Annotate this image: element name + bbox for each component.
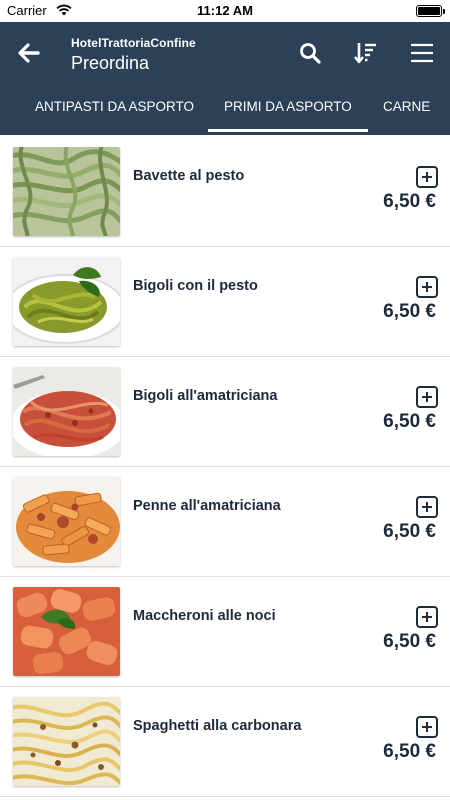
- dish-photo: [13, 587, 120, 676]
- item-name: Spaghetti alla carbonara: [133, 718, 302, 734]
- item-name: Bavette al pesto: [133, 168, 245, 184]
- menu-item[interactable]: Penne all'amatriciana 6,50 €: [0, 467, 450, 577]
- item-name: Maccheroni alle noci: [133, 608, 276, 624]
- back-button[interactable]: [12, 36, 46, 70]
- tab-primi[interactable]: PRIMI DA ASPORTO: [224, 94, 352, 134]
- add-to-order-button[interactable]: [416, 386, 438, 408]
- menu-button[interactable]: [405, 36, 439, 70]
- hotel-name: HotelTrattoriaConfine: [71, 36, 196, 50]
- search-button[interactable]: [293, 36, 327, 70]
- tab-carne[interactable]: CARNE: [383, 94, 430, 134]
- battery-icon: [416, 5, 445, 17]
- sort-icon: [354, 43, 376, 64]
- add-to-order-button[interactable]: [416, 276, 438, 298]
- item-price: 6,50 €: [383, 411, 436, 432]
- menu-item[interactable]: Bigoli all'amatriciana 6,50 €: [0, 357, 450, 467]
- add-to-order-button[interactable]: [416, 606, 438, 628]
- title-block: HotelTrattoriaConfine Preordina: [71, 36, 196, 74]
- item-name: Penne all'amatriciana: [133, 498, 281, 514]
- arrow-left-icon: [18, 43, 40, 63]
- clock: 11:12 AM: [197, 3, 253, 18]
- menu-item[interactable]: Maccheroni alle noci 6,50 €: [0, 577, 450, 687]
- item-price: 6,50 €: [383, 741, 436, 762]
- dish-photo: [13, 697, 120, 786]
- page-title: Preordina: [71, 53, 150, 73]
- item-price: 6,50 €: [383, 301, 436, 322]
- dish-photo: [13, 147, 120, 236]
- item-price: 6,50 €: [383, 191, 436, 212]
- status-bar: Carrier 11:12 AM: [0, 0, 450, 22]
- menu-item[interactable]: Bavette al pesto 6,50 €: [0, 137, 450, 247]
- hamburger-menu-icon: [411, 43, 433, 63]
- add-to-order-button[interactable]: [416, 496, 438, 518]
- add-to-order-button[interactable]: [416, 166, 438, 188]
- tab-antipasti[interactable]: ANTIPASTI DA ASPORTO: [35, 94, 194, 134]
- item-price: 6,50 €: [383, 631, 436, 652]
- menu-item-list: Bavette al pesto 6,50 € Bigoli con il pe…: [0, 137, 450, 797]
- active-tab-indicator: [208, 129, 368, 132]
- dish-photo: [13, 477, 120, 566]
- menu-item[interactable]: Spaghetti alla carbonara 6,50 €: [0, 687, 450, 797]
- search-icon: [300, 43, 321, 64]
- item-price: 6,50 €: [383, 521, 436, 542]
- menu-item[interactable]: Bigoli con il pesto 6,50 €: [0, 247, 450, 357]
- app-header: HotelTrattoriaConfine Preordina ANTIPAST…: [0, 22, 450, 135]
- item-name: Bigoli all'amatriciana: [133, 388, 278, 404]
- dish-photo: [13, 367, 120, 456]
- sort-button[interactable]: [349, 36, 383, 70]
- item-name: Bigoli con il pesto: [133, 278, 258, 294]
- add-to-order-button[interactable]: [416, 716, 438, 738]
- category-tabs: ANTIPASTI DA ASPORTO PRIMI DA ASPORTO CA…: [0, 94, 450, 134]
- dish-photo: [13, 257, 120, 346]
